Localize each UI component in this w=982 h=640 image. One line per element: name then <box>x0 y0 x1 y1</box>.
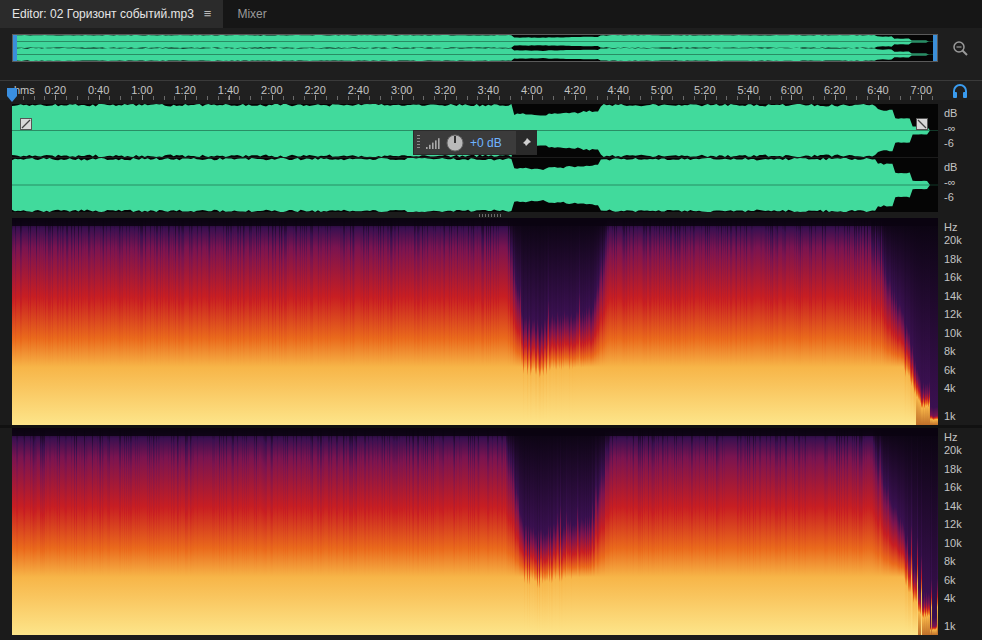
hz-label: 4k <box>944 381 956 395</box>
hz-scale: Hz20k 18k 16k 14k 12k 10k 8k 6k 4k 1k <box>938 428 982 635</box>
editor-tab[interactable]: Mixer <box>223 0 280 28</box>
editor-tab[interactable]: Editor: 02 Горизонт событий.mp3 ≡ <box>0 0 223 28</box>
db-scale-label: -6 <box>944 191 982 204</box>
ruler-tick <box>315 95 316 100</box>
spectrogram-canvas[interactable] <box>12 428 938 635</box>
db-scale: dB -∞ -6 dB -∞ -6 <box>938 104 982 212</box>
hz-label: 18k <box>944 462 962 476</box>
ruler-tick <box>835 95 836 100</box>
ruler-unit: hms <box>14 84 35 96</box>
hz-label: 10k <box>944 326 962 340</box>
pin-icon[interactable] <box>516 131 536 154</box>
tab-label: Editor: 02 Горизонт событий.mp3 <box>12 5 194 23</box>
waveform-area[interactable]: +0 dB <box>12 104 938 212</box>
hz-label: 1k <box>944 409 956 423</box>
ruler-tick <box>99 95 100 100</box>
ruler-track[interactable]: hms0:200:401:001:201:402:002:202:403:003… <box>12 81 938 100</box>
overview-strip[interactable] <box>12 34 938 62</box>
ruler-tick <box>532 95 533 100</box>
hz-label: 8k <box>944 344 956 358</box>
ruler-tick <box>748 95 749 100</box>
spectral-channel-row: Hz20k 18k 16k 14k 12k 10k 8k 6k 4k 1k <box>0 218 982 425</box>
hz-label: 12k <box>944 517 962 531</box>
waveform-view: +0 dB dB -∞ -6 dB -∞ -6 <box>0 104 982 212</box>
ruler-tick <box>575 95 576 100</box>
ruler-tick <box>142 95 143 100</box>
ruler-tick <box>921 95 922 100</box>
spectral-channel[interactable] <box>12 218 938 425</box>
gain-reading: +0 dB <box>470 134 502 152</box>
time-ruler: hms0:200:401:001:201:402:002:202:403:003… <box>0 80 982 100</box>
ruler-tick <box>402 95 403 100</box>
spectrogram-canvas[interactable] <box>12 218 938 425</box>
hz-label: 14k <box>944 499 962 513</box>
hz-label: 14k <box>944 289 962 303</box>
ruler-tick <box>445 95 446 100</box>
db-scale-channel: dB -∞ -6 <box>938 104 982 158</box>
db-scale-channel: dB -∞ -6 <box>938 158 982 212</box>
hz-label: 16k <box>944 480 962 494</box>
fade-in-handle-icon[interactable] <box>20 118 32 130</box>
hz-label: 16k <box>944 270 962 284</box>
spectral-channel-row: Hz20k 18k 16k 14k 12k 10k 8k 6k 4k 1k <box>0 428 982 635</box>
hz-label: 12k <box>944 307 962 321</box>
headphones-icon[interactable] <box>952 83 968 99</box>
db-scale-label: -∞ <box>944 176 982 189</box>
ruler-tick <box>618 95 619 100</box>
ruler-tick <box>791 95 792 100</box>
gain-knob-icon[interactable] <box>446 134 464 152</box>
hud-grip[interactable] <box>417 135 420 150</box>
gain-hud[interactable]: +0 dB <box>413 130 537 155</box>
hz-label: 8k <box>944 554 956 568</box>
waveform-channel[interactable] <box>12 158 938 212</box>
hz-unit: Hz <box>944 430 957 444</box>
view-end-handle[interactable] <box>933 35 937 61</box>
ruler-tick <box>229 95 230 100</box>
hz-label: 6k <box>944 363 956 377</box>
audio-editor-window: Editor: 02 Горизонт событий.mp3 ≡ Mixer hm… <box>0 0 982 640</box>
spectral-channel[interactable] <box>12 428 938 635</box>
db-scale-label: dB <box>944 107 982 120</box>
ruler-tick <box>55 95 56 100</box>
ruler-tick <box>488 95 489 100</box>
db-scale-label: -6 <box>944 137 982 150</box>
hz-label: 1k <box>944 619 956 633</box>
overview-waveform <box>13 35 937 61</box>
hz-label: 20k <box>944 443 962 457</box>
hz-label: 4k <box>944 591 956 605</box>
db-scale-label: dB <box>944 161 982 174</box>
overview-channel <box>13 35 937 48</box>
fade-out-handle-icon[interactable] <box>916 118 928 130</box>
db-scale-label: -∞ <box>944 122 982 135</box>
channel-separator <box>12 157 938 158</box>
spectral-view: Hz20k18k16k14k12k10k8k6k4k1kHz20k18k16k1… <box>0 218 982 635</box>
hz-unit: Hz <box>944 220 957 234</box>
hz-label: 20k <box>944 233 962 247</box>
ruler-tick <box>878 95 879 100</box>
tab-menu-button[interactable]: ≡ <box>204 4 212 24</box>
volume-bars-icon <box>426 137 440 149</box>
tab-bar: Editor: 02 Горизонт событий.mp3 ≡ Mixer <box>0 0 982 28</box>
hz-label: 18k <box>944 252 962 266</box>
zoom-icon[interactable] <box>951 39 969 57</box>
overview-channel <box>13 48 937 61</box>
hz-label: 10k <box>944 536 962 550</box>
hz-scale: Hz20k 18k 16k 14k 12k 10k 8k 6k 4k 1k <box>938 218 982 425</box>
ruler-tick <box>662 95 663 100</box>
ruler-tick <box>272 95 273 100</box>
hz-label: 6k <box>944 573 956 587</box>
tab-label: Mixer <box>237 5 266 23</box>
ruler-tick <box>358 95 359 100</box>
ruler-tick <box>185 95 186 100</box>
view-start-handle[interactable] <box>13 35 17 61</box>
playhead-marker[interactable] <box>7 88 17 102</box>
ruler-tick <box>705 95 706 100</box>
overview-row <box>0 34 982 62</box>
